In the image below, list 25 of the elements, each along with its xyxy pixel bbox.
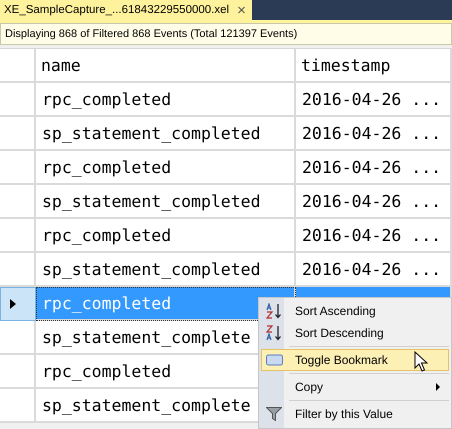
mouse-pointer-icon — [414, 351, 428, 373]
table-cell: sp_statement_completed — [36, 117, 296, 151]
table-cell: rpc_completed — [36, 151, 296, 185]
current-row-icon — [10, 299, 16, 309]
table-cell: sp_statement_completed — [36, 185, 296, 219]
sort-descending-icon — [266, 325, 283, 341]
menu-item[interactable]: Toggle Bookmark — [261, 349, 449, 371]
table-cell: 2016-04-26 ... — [296, 83, 452, 117]
file-tab[interactable]: XE_SampleCapture_...61843229550000.xel × — [0, 0, 252, 20]
table-cell: rpc_completed — [36, 219, 296, 253]
table-cell: 2016-04-26 ... — [296, 219, 452, 253]
table-cell: 2016-04-26 ... — [296, 151, 452, 185]
submenu-arrow-icon — [436, 383, 440, 391]
sort-ascending-icon — [266, 303, 283, 319]
close-icon[interactable]: × — [237, 2, 246, 18]
table-cell: rpc_completed — [36, 83, 296, 117]
row-header[interactable] — [0, 287, 36, 321]
filter-icon — [266, 407, 282, 421]
table-cell: 2016-04-26 ... — [296, 185, 452, 219]
table-cell: 2016-04-26 ... — [296, 117, 452, 151]
status-message: Displaying 868 of Filtered 868 Events (Total 121397 Events) — [0, 23, 452, 45]
bookmark-icon — [266, 354, 283, 366]
column-header[interactable]: name — [36, 49, 296, 83]
corner-header[interactable] — [0, 49, 36, 83]
column-header[interactable]: timestamp — [296, 49, 452, 83]
